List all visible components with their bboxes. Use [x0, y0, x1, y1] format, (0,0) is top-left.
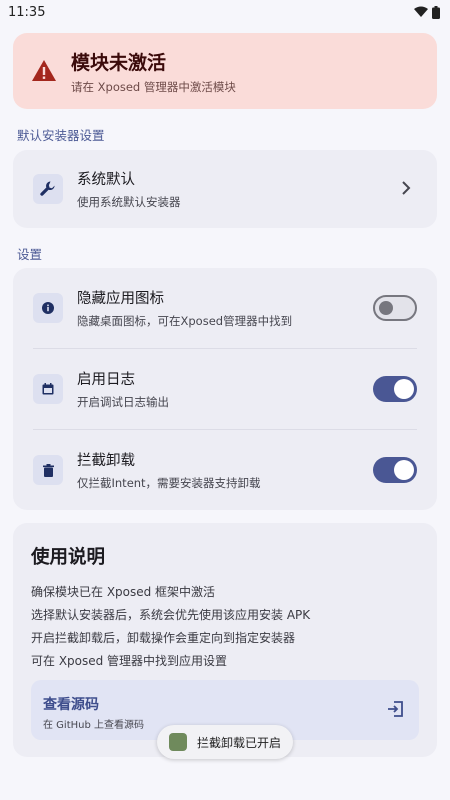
- toast-text: 拦截卸载已开启: [197, 735, 282, 750]
- hide-icon-setting[interactable]: 隐藏应用图标 隐藏桌面图标，可在Xposed管理器中找到: [13, 268, 437, 348]
- toast: 拦截卸载已开启: [157, 725, 293, 759]
- wifi-icon: [414, 6, 428, 17]
- status-time: 11:35: [8, 4, 46, 20]
- intercept-uninstall-setting[interactable]: 拦截卸载 仅拦截Intent，需要安装器支持卸载: [13, 430, 437, 510]
- view-source-title: 查看源码: [43, 697, 99, 713]
- view-source-subtitle: 在 GitHub 上查看源码: [43, 720, 145, 731]
- hide-icon-toggle[interactable]: [373, 295, 417, 321]
- guide-line: 开启拦截卸载后，卸载操作会重定向到指定安装器: [31, 631, 296, 645]
- calendar-icon: [33, 374, 63, 404]
- settings-card: 隐藏应用图标 隐藏桌面图标，可在Xposed管理器中找到 启用日志 开启调试日志…: [13, 268, 437, 510]
- default-installer-item[interactable]: 系统默认 使用系统默认安装器: [13, 150, 437, 228]
- warning-icon: [32, 60, 56, 81]
- enable-log-toggle[interactable]: [373, 376, 417, 402]
- battery-icon: [432, 5, 440, 19]
- wrench-icon: [33, 174, 63, 204]
- intercept-uninstall-toggle[interactable]: [373, 457, 417, 483]
- guide-title: 使用说明: [31, 547, 106, 568]
- trash-icon: [33, 455, 63, 485]
- guide-line: 选择默认安装器后，系统会优先使用该应用安装 APK: [31, 608, 311, 622]
- guide-card: 使用说明 确保模块已在 Xposed 框架中激活 选择默认安装器后，系统会优先使…: [13, 523, 437, 757]
- alert-title: 模块未激活: [71, 51, 167, 74]
- alert-subtitle: 请在 Xposed 管理器中激活模块: [71, 79, 236, 94]
- default-installer-subtitle: 使用系统默认安装器: [77, 195, 181, 209]
- status-icons: [414, 5, 440, 19]
- installer-section-label: 默认安装器设置: [17, 128, 105, 143]
- chevron-right-icon: [402, 181, 411, 195]
- open-external-icon: [388, 701, 403, 717]
- guide-line: 可在 Xposed 管理器中找到应用设置: [31, 654, 228, 668]
- status-bar: 11:35: [0, 0, 450, 24]
- guide-line: 确保模块已在 Xposed 框架中激活: [31, 585, 216, 599]
- app-icon: [169, 733, 187, 751]
- enable-log-setting[interactable]: 启用日志 开启调试日志输出: [13, 349, 437, 429]
- installer-card: 系统默认 使用系统默认安装器: [13, 150, 437, 228]
- default-installer-title: 系统默认: [77, 172, 135, 188]
- module-inactive-alert: 模块未激活 请在 Xposed 管理器中激活模块: [13, 33, 437, 109]
- settings-section-label: 设置: [17, 247, 43, 262]
- info-icon: [33, 293, 63, 323]
